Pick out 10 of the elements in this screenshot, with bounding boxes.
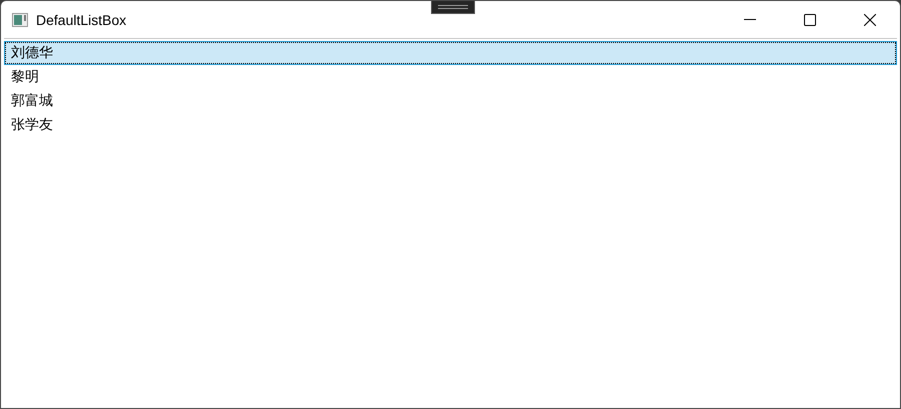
drag-handle-icon[interactable] — [431, 1, 475, 14]
close-icon — [864, 14, 876, 26]
maximize-icon — [804, 14, 816, 26]
list-item[interactable]: 郭富城 — [4, 89, 897, 113]
app-icon — [12, 12, 28, 26]
list-item[interactable]: 黎明 — [4, 65, 897, 89]
window-title: DefaultListBox — [36, 12, 128, 28]
list-item[interactable]: 张学友 — [4, 113, 897, 137]
minimize-icon — [744, 19, 756, 20]
list-item[interactable]: 刘德华 — [4, 41, 897, 65]
